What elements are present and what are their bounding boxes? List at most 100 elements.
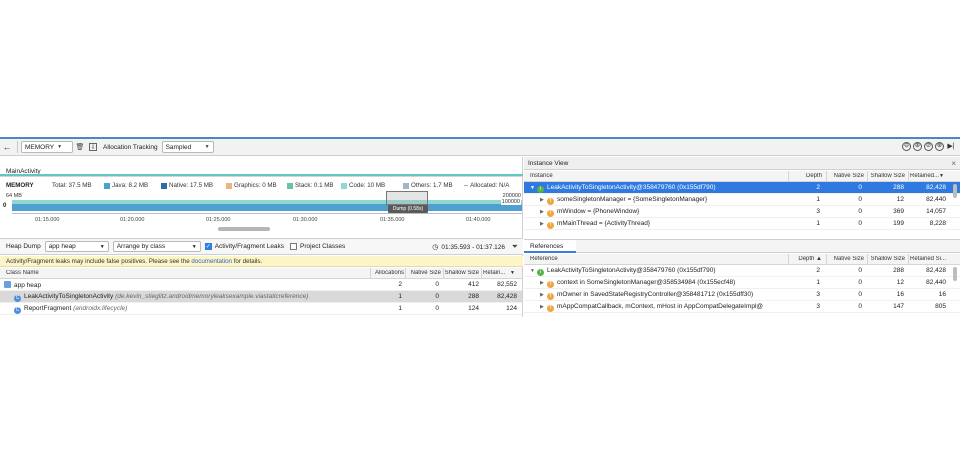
table-row[interactable]: C LeakActivityToSingletonActivity (de.kev… — [0, 291, 522, 303]
class-name-cell: C LeakActivityToSingletonActivity (de.kev… — [14, 293, 369, 302]
class-name: LeakActivityToSingletonActivity — [24, 293, 114, 300]
reset-zoom-icon[interactable]: ⊘ — [924, 142, 933, 151]
reference-cell: ▼ i LeakActivityToSingletonActivity@358479… — [530, 267, 788, 276]
expand-arrow-icon[interactable]: ▶ — [540, 221, 547, 227]
col-instance[interactable]: Instance — [530, 173, 553, 179]
shallow-size-cell: 288 — [893, 267, 904, 274]
others-swatch — [403, 182, 409, 189]
tab-references[interactable]: References — [524, 240, 576, 253]
table-row[interactable]: ▼ i LeakActivityToSingletonActivity@358479… — [524, 265, 960, 277]
arrange-select[interactable]: Arrange by class ▼ — [112, 241, 201, 252]
col-class-name[interactable]: Class Name — [6, 270, 39, 276]
col-retained[interactable]: Retain... — [483, 270, 509, 276]
col-shallow-size[interactable]: Shallow Size — [867, 256, 905, 262]
shallow-size-cell: 412 — [468, 281, 479, 288]
instance-cell: ▶ f mMainThread = {ActivityThread} — [540, 220, 788, 229]
shallow-size-cell: 369 — [893, 208, 904, 215]
expand-arrow-icon[interactable]: ▶ — [540, 304, 547, 310]
table-row[interactable]: ▶ f context in SomeSingletonManager@358534… — [524, 277, 960, 289]
filter-icon[interactable]: ⏷ — [512, 242, 518, 252]
class-name-cell: C ReportFragment (androidx.lifecycle) — [14, 305, 127, 314]
back-arrow-icon[interactable]: ← — [0, 142, 14, 152]
leaks-checkbox-row[interactable]: ✓ Activity/Fragment Leaks — [204, 243, 284, 250]
sort-desc-icon[interactable]: ▼ — [939, 173, 944, 179]
col-reference[interactable]: Reference — [530, 256, 558, 262]
allocations-cell: 1 — [398, 293, 402, 300]
close-icon[interactable]: × — [951, 159, 956, 168]
col-native-size[interactable]: Native Size — [826, 256, 864, 262]
native-size-cell: 0 — [435, 305, 439, 312]
col-retained[interactable]: Retained Si... — [910, 256, 954, 262]
instance-icon: i — [537, 269, 544, 276]
garbage-collect-icon[interactable]: 🗑 — [75, 142, 85, 152]
class-table: Class Name Allocations Native Size Shall… — [0, 268, 522, 315]
instance-cell: ▶ f someSingletonManager = {SomeSingletonM… — [540, 196, 788, 205]
reference-tabs: References — [524, 239, 960, 253]
heap-select-value: app heap — [48, 243, 76, 250]
col-allocations[interactable]: Allocations — [370, 270, 404, 276]
tick-label: 01:30.000 — [293, 217, 318, 223]
table-row[interactable]: app heap 2 0 412 82,552 — [0, 279, 522, 291]
dump-heap-icon[interactable]: ⇩ — [89, 143, 97, 151]
documentation-link[interactable]: documentation — [191, 258, 232, 265]
checkbox-unchecked-icon[interactable] — [290, 243, 298, 250]
class-name: ReportFragment — [24, 305, 72, 312]
collapse-arrow-icon[interactable]: ▼ — [530, 185, 537, 191]
instance-table: Instance Depth Native Size Shallow Size … — [524, 171, 960, 230]
references-scrollbar[interactable] — [953, 267, 957, 281]
memory-timeline-pane: MainActivity MEMORY Total: 37.5 MB Java:… — [0, 157, 523, 317]
legend-java: Java: 8.2 MB — [104, 182, 148, 189]
native-size-cell: 0 — [858, 184, 862, 191]
allocation-tracking-select[interactable]: Sampled ▼ — [161, 141, 214, 153]
warning-text-end: for details. — [231, 258, 263, 265]
col-shallow-size[interactable]: Shallow Size — [867, 173, 905, 179]
go-live-icon[interactable]: ▶| — [946, 142, 956, 152]
checkbox-checked-icon[interactable]: ✓ — [204, 243, 212, 250]
table-row[interactable]: ▶ f mMainThread = {ActivityThread} 1 0 199… — [524, 218, 960, 230]
zoom-out-icon[interactable]: ⊖ — [902, 142, 911, 151]
zoom-in-icon[interactable]: ⊕ — [913, 142, 922, 151]
shallow-size-cell: 16 — [896, 291, 904, 298]
reference-name: mAppCompatCallback, mContext, mHost in A… — [557, 303, 764, 310]
expand-arrow-icon[interactable]: ▶ — [540, 292, 547, 298]
project-classes-checkbox-row[interactable]: Project Classes — [290, 243, 345, 250]
sort-desc-icon[interactable]: ▼ — [510, 270, 515, 276]
expand-arrow-icon[interactable]: ▶ — [540, 197, 547, 203]
shallow-size-cell: 288 — [893, 184, 904, 191]
collapse-arrow-icon[interactable]: ▼ — [530, 268, 537, 274]
instance-table-header: Instance Depth Native Size Shallow Size … — [524, 171, 960, 182]
col-depth[interactable]: Depth — [788, 173, 822, 179]
table-row[interactable]: ▼ i LeakActivityToSingletonActivity@358479… — [524, 182, 960, 194]
gc-marker-icon: 0 — [3, 203, 7, 209]
table-row[interactable]: ▶ f mAppCompatCallback, mContext, mHost in… — [524, 301, 960, 313]
expand-arrow-icon[interactable]: ▶ — [540, 280, 547, 286]
heap-select[interactable]: app heap ▼ — [44, 241, 109, 252]
col-native-size[interactable]: Native Size — [826, 173, 864, 179]
expand-arrow-icon[interactable]: ▶ — [540, 209, 547, 215]
timeline-scrollbar[interactable] — [218, 227, 270, 231]
col-retained[interactable]: Retained... — [910, 173, 942, 179]
native-size-cell: 0 — [435, 293, 439, 300]
native-size-cell: 0 — [435, 281, 439, 288]
col-native-size[interactable]: Native Size — [405, 270, 441, 276]
instance-scrollbar[interactable] — [953, 184, 957, 198]
table-row[interactable]: C ReportFragment (androidx.lifecycle) 1 0… — [0, 303, 522, 315]
table-row[interactable]: ▶ f mWindow = {PhoneWindow} 3 0 369 14,057 — [524, 206, 960, 218]
reference-cell: ▶ f mOwner in SavedStateRegistryController… — [540, 291, 788, 300]
col-depth-sorted[interactable]: Depth ▲ — [788, 256, 822, 262]
instance-view-title: Instance View — [528, 160, 569, 167]
heap-dump-toolbar: Heap Dump app heap ▼ Arrange by class ▼ … — [0, 238, 523, 255]
legend-stack: Stack: 0.1 MB — [287, 182, 334, 189]
tick-label: 01:15.000 — [35, 217, 60, 223]
table-row[interactable]: ▶ f mOwner in SavedStateRegistryController… — [524, 289, 960, 301]
profiler-select[interactable]: MEMORY ▼ — [21, 141, 73, 153]
shallow-size-cell: 147 — [893, 303, 904, 310]
col-shallow-size[interactable]: Shallow Size — [443, 270, 479, 276]
memory-chart[interactable]: 64 MB 200000 100000 0 Dump (0.58s) 01:15… — [0, 191, 523, 237]
table-row[interactable]: ▶ f someSingletonManager = {SomeSingletonM… — [524, 194, 960, 206]
legend-native-label: Native: 17.5 MB — [169, 182, 214, 189]
heap-dump-selection[interactable] — [386, 191, 428, 205]
tick-label: 01:40.000 — [466, 217, 491, 223]
class-table-header: Class Name Allocations Native Size Shall… — [0, 268, 522, 279]
zoom-to-selection-icon[interactable]: ⊗ — [935, 142, 944, 151]
